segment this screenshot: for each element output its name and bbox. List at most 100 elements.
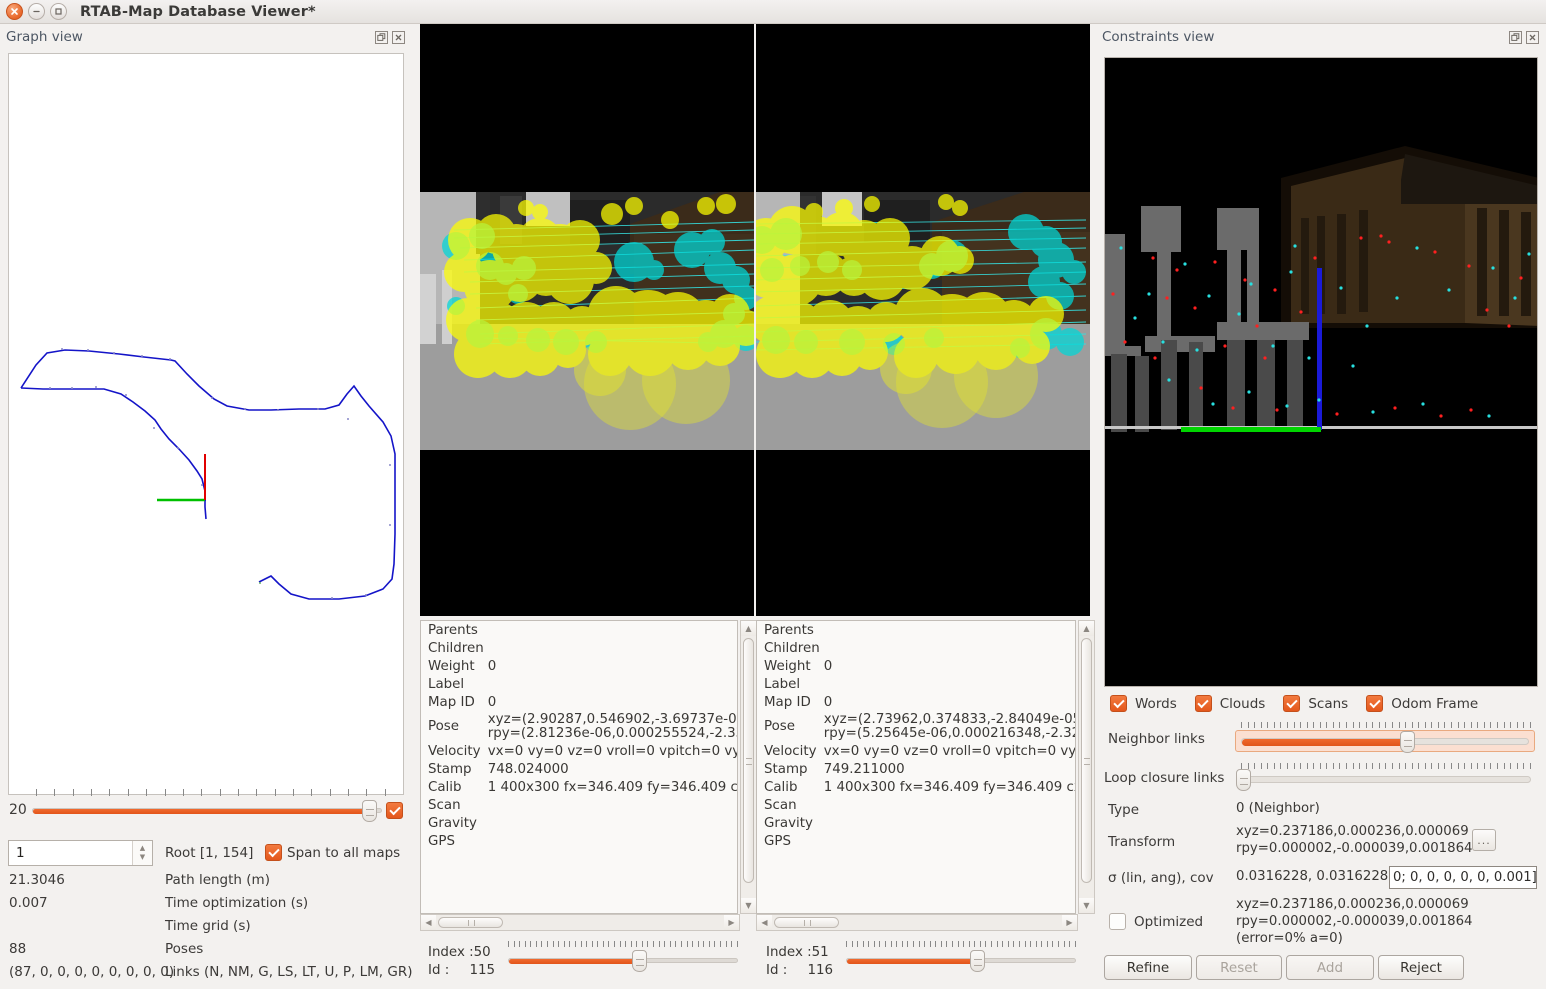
add-button[interactable]: Add [1286,955,1374,980]
table-row: Map ID 0 [428,694,497,710]
id-value-left: 115 [469,963,496,978]
scroll-right-icon[interactable]: ▶ [1062,915,1077,930]
node-info-left-hscrollbar[interactable]: ◀ ▶ [420,914,740,931]
spin-down-icon[interactable]: ▼ [140,854,145,861]
node-info-pane-left[interactable]: Parents Children Weight 0 Label Map ID 0 P… [420,620,738,914]
node-right-index-row: Index :51 [766,945,829,960]
reset-button[interactable]: Reset [1196,955,1282,980]
refine-button[interactable]: Refine [1104,955,1192,980]
scroll-left-icon[interactable]: ◀ [757,915,772,930]
table-row: Weight 0 [428,658,497,674]
vscroll-thumb[interactable] [743,638,754,883]
covariance-input[interactable]: 0; 0, 0, 0, 0, 0, 0.001] [1389,866,1537,889]
table-row: GPS [764,834,791,850]
root-spinbox-arrows[interactable]: ▲ ▼ [132,841,152,865]
transform-value-line2: rpy=0.000002,-0.000039,0.001864 [1236,841,1473,856]
graph-view-title: Graph view [6,29,83,45]
vscroll-thumb[interactable] [1081,638,1092,883]
node-right-index-slider-track[interactable] [846,958,1076,964]
graph-view-close-icon[interactable] [392,30,405,44]
neighbor-links-slider-handle[interactable] [1400,731,1415,753]
node-right-index-slider-handle[interactable] [970,950,985,972]
table-row: Velocity vx=0 vy=0 vz=0 vroll=0 vpitch=0 … [428,744,738,760]
scroll-down-icon[interactable]: ▼ [1079,898,1094,913]
feature-overlay-left [420,24,754,616]
scans-label: Scans [1308,695,1349,712]
clouds-checkbox[interactable] [1194,695,1212,712]
scroll-up-icon[interactable]: ▲ [1079,621,1094,636]
reject-button[interactable]: Reject [1378,955,1464,980]
loop-closure-links-slider-track[interactable] [1241,776,1531,783]
node-left-index-slider-track[interactable] [508,958,738,964]
image-pane-right[interactable] [756,24,1090,616]
point-cloud-render [1105,58,1537,686]
constraints-view-float-icon[interactable] [1509,30,1522,44]
scans-checkbox[interactable] [1283,695,1301,712]
axis-y-green [1181,427,1321,432]
constraints-view-dock-buttons [1509,30,1546,44]
iteration-slider-handle[interactable] [362,800,377,822]
image-pane-left[interactable] [420,24,754,616]
node-left-index-slider-handle[interactable] [632,950,647,972]
graph-view-dock-buttons [375,30,412,44]
point-cloud-3d-view[interactable] [1104,57,1538,687]
id-value-right: 116 [807,963,834,978]
odom-frame-checkbox[interactable] [1366,695,1384,712]
table-row: Gravity [428,816,477,832]
node-right-index-slider-fill [847,959,973,964]
scroll-down-icon[interactable]: ▼ [741,898,756,913]
optimized-value-line3: (error=0% a=0) [1236,931,1343,946]
node-left-slider-ticks [508,941,738,947]
transform-more-button[interactable]: ... [1472,829,1496,851]
words-checkbox[interactable] [1110,695,1127,712]
sigma-value: 0.0316228, 0.0316228 [1236,869,1389,884]
node-right-slider-ticks [846,941,1076,947]
hscroll-thumb[interactable] [438,917,503,928]
neighbor-links-slider-track[interactable] [1241,738,1529,746]
scroll-left-icon[interactable]: ◀ [421,915,436,930]
table-row: Label [428,676,465,692]
loop-closure-links-ticks [1241,763,1531,769]
loop-closure-links-label: Loop closure links [1104,770,1225,786]
window-maximize-button[interactable] [50,3,67,20]
node-info-left-vscrollbar[interactable]: ▲ ▼ [740,620,757,914]
loop-closure-links-slider-handle[interactable] [1236,769,1251,791]
graph-view-canvas[interactable] [8,53,404,795]
node-info-right-hscrollbar[interactable]: ◀ ▶ [756,914,1078,931]
words-label: Words [1135,695,1177,712]
node-info-right-vscrollbar[interactable]: ▲ ▼ [1078,620,1095,914]
root-spinbox[interactable]: 1 ▲ ▼ [8,840,153,866]
graph-view-float-icon[interactable] [375,30,388,44]
table-row: GPS [428,834,455,850]
stat-label-path-length: Path length (m) [165,872,270,888]
optimized-label: Optimized [1134,914,1204,930]
window-close-button[interactable] [6,3,23,20]
table-row: Calib 1 400x300 fx=346.409 fy=346.409 cx [428,780,738,796]
hscroll-thumb[interactable] [774,917,839,928]
table-row-pose: Pose xyz=(2.73962,0.374833,-2.84049e-05 r… [757,711,1075,743]
index-label-right: Index : [766,945,812,960]
node-info-pane-right[interactable]: Parents Children Weight 0 Label Map ID 0 P… [756,620,1076,914]
window-minimize-button[interactable] [28,3,45,20]
table-row: Scan [428,798,461,814]
constraints-view-close-icon[interactable] [1526,30,1539,44]
neighbor-links-label: Neighbor links [1108,731,1205,747]
iteration-slider-track[interactable] [32,808,382,814]
table-row: Stamp 748.024000 [428,762,569,778]
clouds-label: Clouds [1219,695,1266,712]
spin-up-icon[interactable]: ▲ [140,845,145,852]
iteration-checkbox[interactable] [386,802,403,819]
node-left-index-slider-fill [509,959,635,964]
scroll-right-icon[interactable]: ▶ [724,915,739,930]
table-row: Stamp 749.211000 [764,762,905,778]
span-to-all-maps-checkbox[interactable] [265,844,282,861]
scroll-up-icon[interactable]: ▲ [741,621,756,636]
optimized-checkbox[interactable] [1109,913,1126,930]
type-value: 0 (Neighbor) [1236,801,1320,816]
optimized-value-line1: xyz=0.237186,0.000236,0.000069 [1236,897,1469,912]
table-row: Parents [764,622,814,638]
graph-trajectory-plot [20,348,396,600]
window-title: RTAB-Map Database Viewer* [80,3,316,20]
window-titlebar: RTAB-Map Database Viewer* [0,0,1546,24]
sigma-cov-label: σ (lin, ang), cov [1108,870,1214,886]
